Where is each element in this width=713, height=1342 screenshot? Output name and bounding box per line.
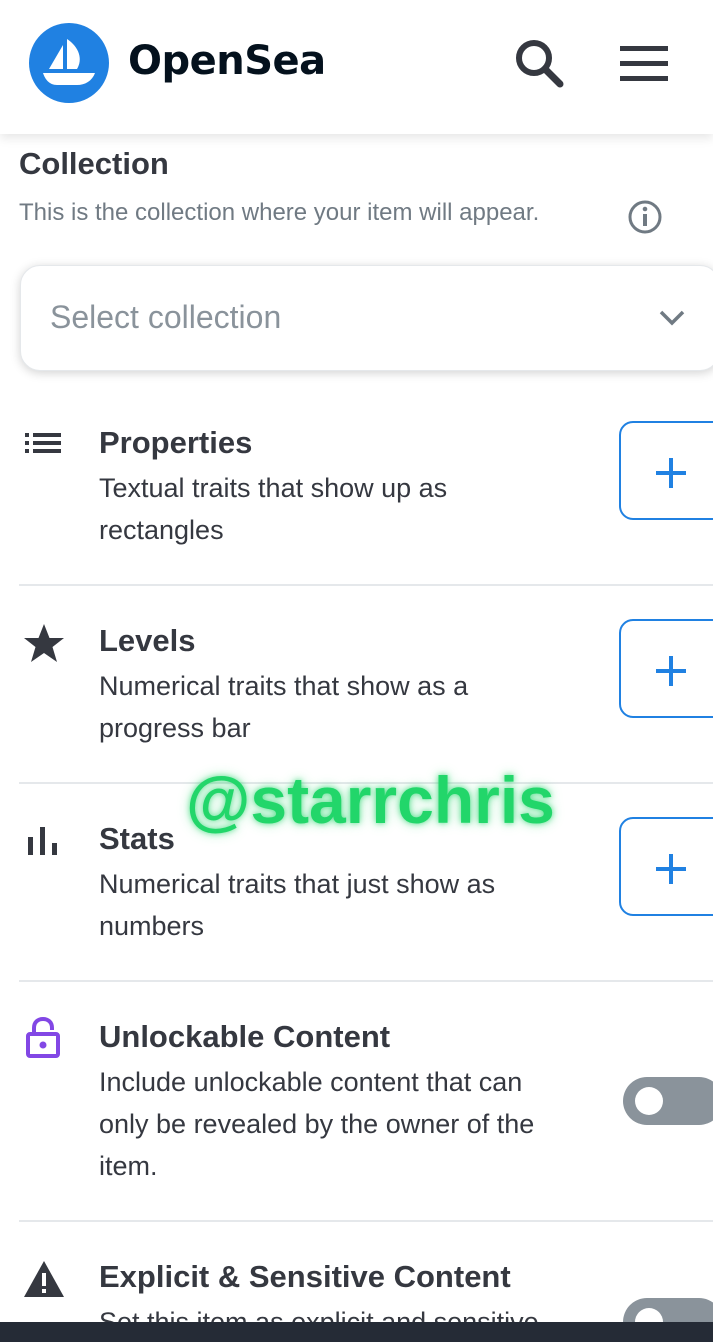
unlockable-content-description: Include unlockable content that can only … bbox=[99, 1067, 535, 1181]
opensea-logo-icon[interactable] bbox=[29, 23, 109, 103]
top-header: OpenSea bbox=[0, 0, 713, 134]
info-icon[interactable] bbox=[627, 199, 663, 235]
collection-select[interactable]: Select collection bbox=[20, 265, 713, 371]
explicit-content-title: Explicit & Sensitive Content bbox=[99, 1259, 511, 1294]
system-navigation-bar bbox=[0, 1322, 713, 1342]
bar-chart-icon bbox=[22, 819, 66, 863]
divider bbox=[19, 980, 713, 982]
lock-icon bbox=[22, 1016, 66, 1060]
toggle-knob bbox=[635, 1087, 663, 1115]
plus-icon bbox=[656, 854, 686, 884]
levels-title: Levels bbox=[99, 623, 196, 658]
explicit-content-toggle[interactable] bbox=[623, 1298, 713, 1322]
divider bbox=[19, 584, 713, 586]
add-levels-button[interactable] bbox=[619, 619, 713, 718]
collection-subtitle: This is the collection where your item w… bbox=[19, 199, 540, 226]
stats-title: Stats bbox=[99, 821, 175, 856]
unlockable-content-toggle[interactable] bbox=[623, 1077, 713, 1125]
levels-description: Numerical traits that show as a progress … bbox=[99, 671, 469, 743]
explicit-content-row: Explicit & Sensitive Content Set this it… bbox=[0, 1220, 713, 1322]
plus-icon bbox=[656, 458, 686, 488]
stats-description: Numerical traits that just show as number… bbox=[99, 869, 496, 941]
properties-description: Textual traits that show up as rectangles bbox=[99, 473, 448, 545]
collection-title: Collection bbox=[19, 146, 169, 181]
select-collection-placeholder: Select collection bbox=[50, 299, 282, 335]
list-icon bbox=[22, 421, 66, 465]
properties-title: Properties bbox=[99, 425, 253, 460]
add-properties-button[interactable] bbox=[619, 421, 713, 520]
watermark-text: @starrchris bbox=[186, 763, 555, 837]
add-stats-button[interactable] bbox=[619, 817, 713, 916]
hamburger-menu-icon[interactable] bbox=[616, 42, 674, 86]
star-icon bbox=[22, 621, 66, 665]
toggle-knob bbox=[635, 1308, 663, 1322]
search-icon[interactable] bbox=[510, 36, 570, 92]
chevron-down-icon bbox=[657, 306, 687, 330]
warning-icon bbox=[22, 1258, 66, 1302]
brand-name[interactable]: OpenSea bbox=[128, 38, 326, 84]
explicit-content-description: Set this item as explicit and sensitive bbox=[99, 1307, 539, 1322]
plus-icon bbox=[656, 656, 686, 686]
unlockable-content-title: Unlockable Content bbox=[99, 1019, 391, 1054]
